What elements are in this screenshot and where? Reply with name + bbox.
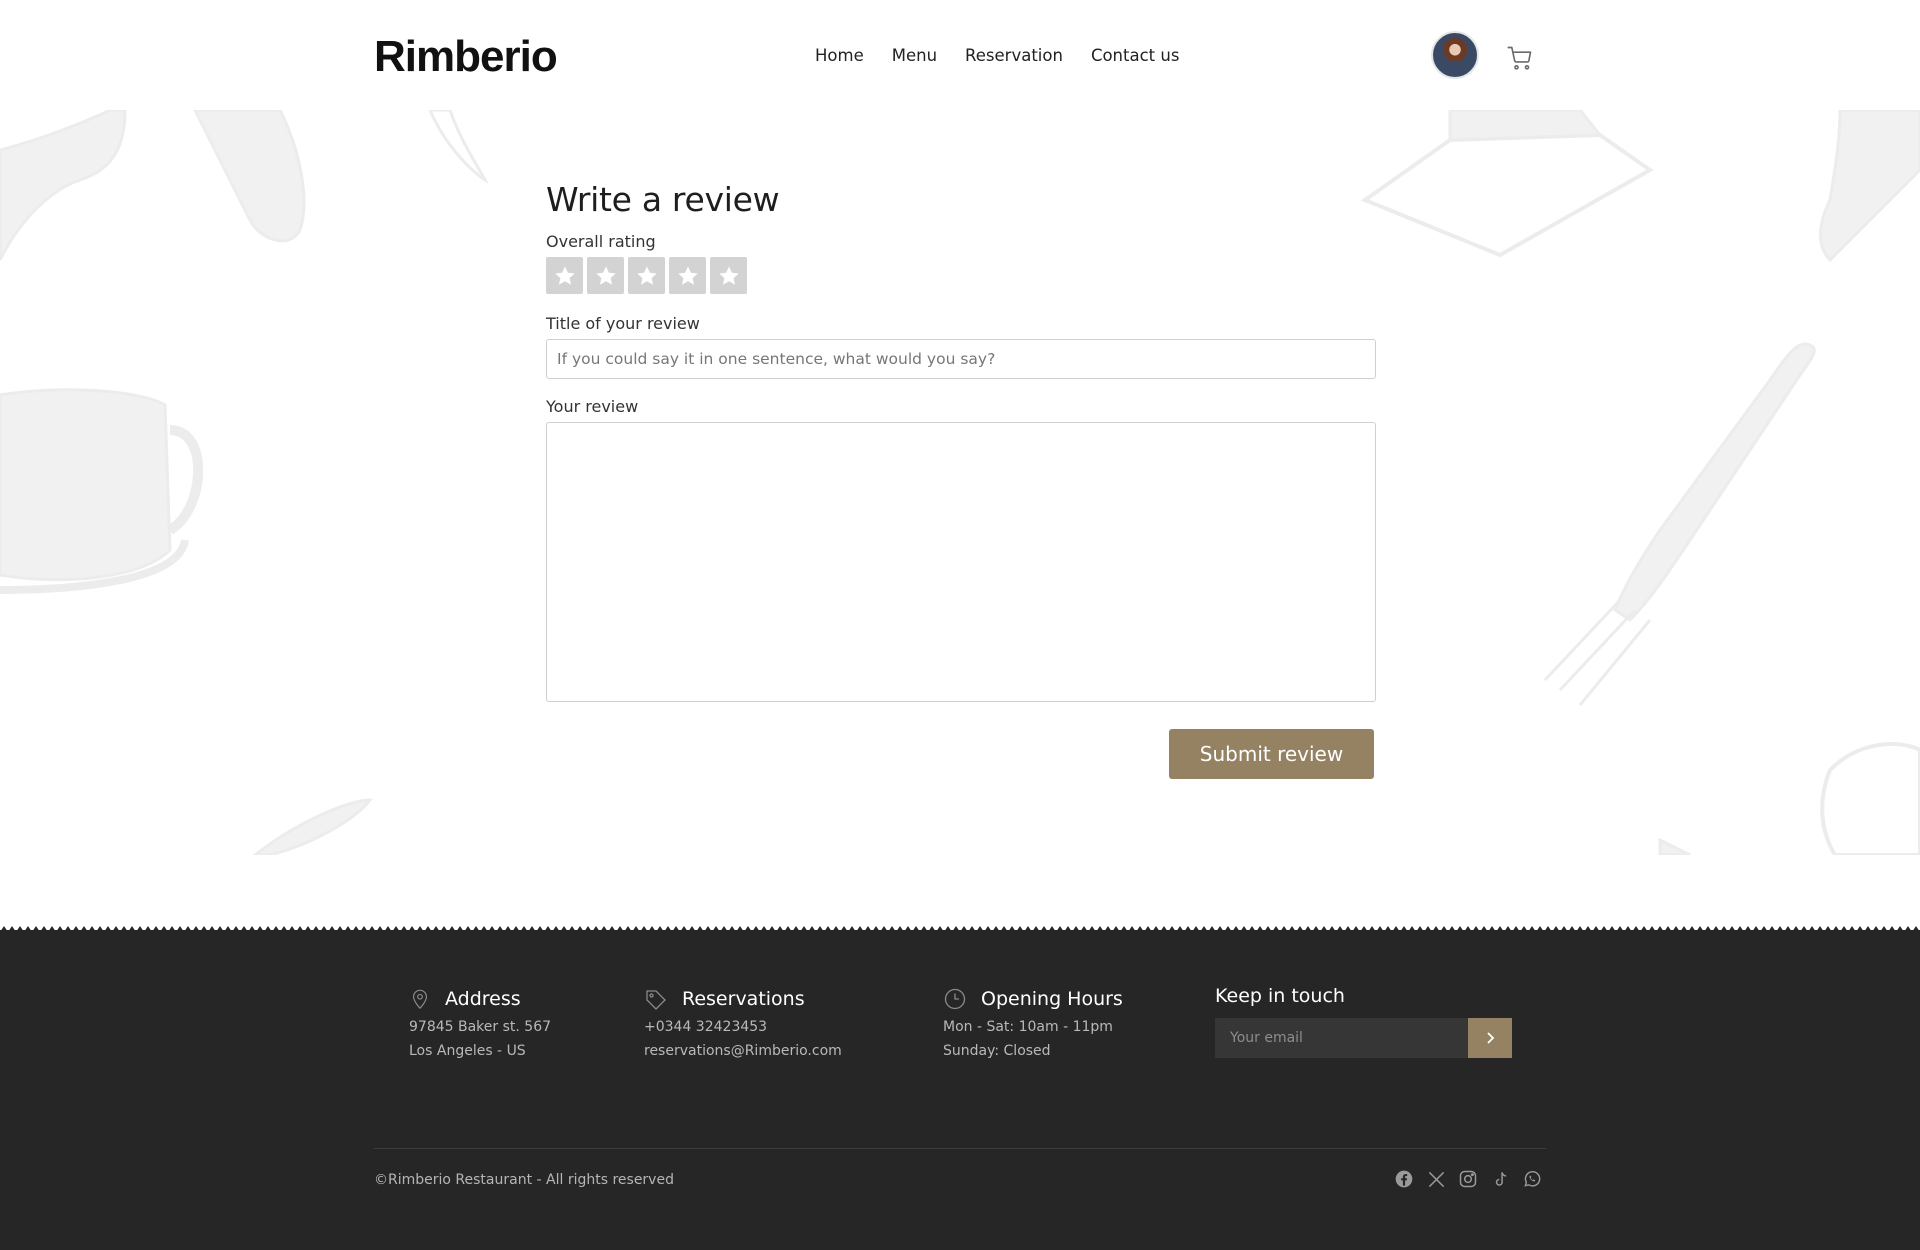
footer-reservations: Reservations +0344 32423453 reservations… — [644, 987, 842, 1059]
site-footer: Address 97845 Baker st. 567 Los Angeles … — [0, 922, 1920, 1250]
star-5[interactable] — [710, 257, 747, 294]
whatsapp-icon[interactable] — [1521, 1168, 1543, 1190]
star-3[interactable] — [628, 257, 665, 294]
star-icon — [677, 266, 698, 285]
footer-divider — [374, 1148, 1546, 1149]
nav-contact[interactable]: Contact us — [1091, 46, 1180, 65]
review-body-label: Your review — [546, 397, 639, 416]
star-rating — [546, 257, 747, 294]
reservations-phone[interactable]: +0344 32423453 — [644, 1020, 842, 1035]
page-title: Write a review — [546, 180, 780, 219]
footer-zigzag-edge — [0, 922, 1920, 932]
location-pin-icon — [412, 989, 428, 1010]
site-header: Rimberio Home Menu Reservation Contact u… — [0, 0, 1920, 110]
reservations-title: Reservations — [682, 988, 805, 1010]
review-form: Write a review Overall rating Title of y… — [546, 180, 1376, 779]
user-avatar[interactable] — [1431, 31, 1479, 79]
hours-weekday: Mon - Sat: 10am - 11pm — [943, 1019, 1113, 1035]
review-title-label: Title of your review — [546, 314, 700, 333]
main-nav: Home Menu Reservation Contact us — [815, 46, 1179, 65]
star-icon — [636, 266, 657, 285]
keep-in-touch-title: Keep in touch — [1215, 985, 1345, 1007]
address-line-2: Los Angeles - US — [409, 1043, 526, 1059]
newsletter-submit-button[interactable] — [1468, 1018, 1512, 1058]
star-icon — [554, 266, 575, 285]
tiktok-icon[interactable] — [1489, 1168, 1511, 1190]
submit-review-button[interactable]: Submit review — [1169, 729, 1374, 779]
address-line-1: 97845 Baker st. 567 — [409, 1019, 552, 1035]
star-2[interactable] — [587, 257, 624, 294]
newsletter-form — [1215, 1018, 1512, 1058]
reservations-email[interactable]: reservations@Rimberio.com — [644, 1044, 842, 1059]
nav-menu[interactable]: Menu — [892, 46, 937, 65]
instagram-icon[interactable] — [1457, 1168, 1479, 1190]
nav-home[interactable]: Home — [815, 46, 864, 65]
footer-address: Address 97845 Baker st. 567 Los Angeles … — [409, 987, 551, 1059]
star-icon — [718, 266, 739, 285]
clock-icon — [944, 988, 966, 1010]
x-icon[interactable] — [1425, 1168, 1447, 1190]
review-title-input[interactable] — [546, 339, 1376, 379]
cart-icon[interactable] — [1506, 44, 1534, 72]
rating-label: Overall rating — [546, 232, 656, 251]
keep-in-touch: Keep in touch — [1215, 985, 1345, 1007]
star-icon — [595, 266, 616, 285]
logo[interactable]: Rimberio — [374, 32, 558, 82]
address-title: Address — [445, 988, 521, 1010]
facebook-icon[interactable] — [1393, 1168, 1415, 1190]
copyright-text: ©Rimberio Restaurant - All rights reserv… — [374, 1172, 674, 1188]
star-1[interactable] — [546, 257, 583, 294]
chevron-right-icon — [1487, 1032, 1495, 1044]
review-body-textarea[interactable] — [546, 422, 1376, 702]
tag-icon — [646, 990, 666, 1010]
star-4[interactable] — [669, 257, 706, 294]
nav-reservation[interactable]: Reservation — [965, 46, 1063, 65]
newsletter-email-input[interactable] — [1215, 1018, 1468, 1058]
social-links — [1393, 1168, 1543, 1190]
hours-title: Opening Hours — [981, 988, 1123, 1010]
footer-hours: Opening Hours Mon - Sat: 10am - 11pm Sun… — [943, 987, 1123, 1059]
hours-sunday: Sunday: Closed — [943, 1043, 1051, 1059]
